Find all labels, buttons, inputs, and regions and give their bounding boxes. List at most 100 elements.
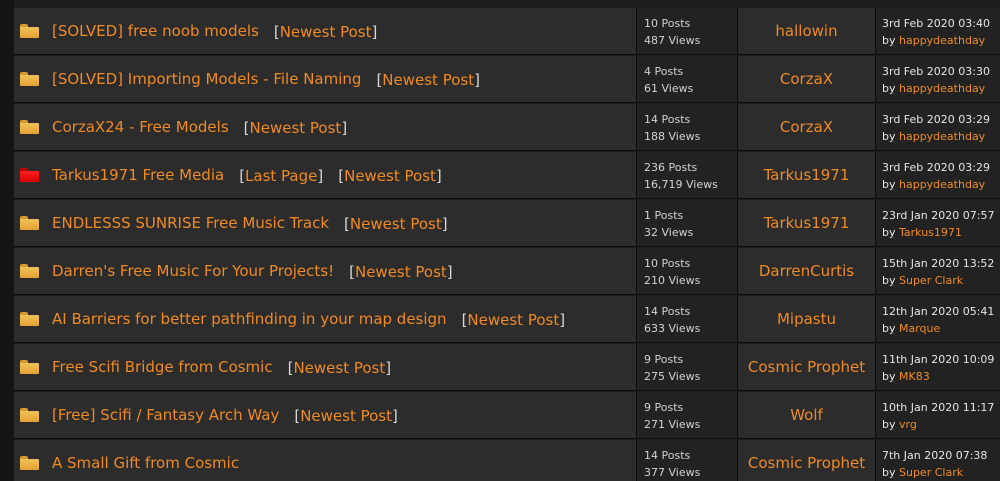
tag-newest-post-link[interactable]: [Newest Post]: [376, 70, 480, 89]
thread-row: [SOLVED] Importing Models - File Naming …: [14, 56, 1000, 103]
thread-row: Tarkus1971 Free Media [Last Page] [Newest…: [14, 152, 1000, 199]
thread-stats-cell: 9 Posts 275 Views: [636, 344, 737, 390]
bracket: ]: [341, 118, 348, 137]
tag-label[interactable]: Last Page: [245, 167, 317, 185]
bracket: ]: [559, 310, 566, 329]
tag-label[interactable]: Newest Post: [467, 311, 559, 329]
thread-tags: [Newest Post]: [259, 22, 378, 41]
thread-title-link[interactable]: Darren's Free Music For Your Projects!: [52, 262, 334, 280]
last-post-user-link[interactable]: MK83: [899, 370, 930, 383]
thread-title-link[interactable]: CorzaX24 - Free Models: [52, 118, 229, 136]
tag-newest-post-link[interactable]: [Newest Post]: [244, 118, 348, 137]
tag-label[interactable]: Newest Post: [280, 23, 372, 41]
last-poster-link[interactable]: Mipastu: [777, 310, 836, 328]
by-label: by: [882, 226, 896, 239]
last-poster-link[interactable]: Tarkus1971: [764, 214, 850, 232]
last-poster-cell: DarrenCurtis: [737, 248, 875, 294]
last-post-byline: by MK83: [882, 368, 1000, 385]
last-poster-cell: Tarkus1971: [737, 200, 875, 246]
last-poster-link[interactable]: Wolf: [790, 406, 823, 424]
last-post-user-link[interactable]: Tarkus1971: [899, 226, 962, 239]
post-count: 9 Posts: [644, 353, 684, 366]
last-post-user-link[interactable]: Super Clark: [899, 466, 963, 479]
thread-title-cell: Darren's Free Music For Your Projects! […: [14, 248, 636, 294]
thread-title-cell: [SOLVED] Importing Models - File Naming …: [14, 56, 636, 102]
tag-label[interactable]: Newest Post: [355, 263, 447, 281]
tag-newest-post-link[interactable]: [Newest Post]: [462, 310, 566, 329]
view-count: 16,719 Views: [644, 178, 718, 191]
last-post-date: 7th Jan 2020 07:38: [882, 449, 988, 462]
view-count: 633 Views: [644, 322, 701, 335]
last-post-date: 15th Jan 2020 13:52: [882, 257, 995, 270]
thread-tags: [Newest Post]: [447, 310, 566, 329]
thread-title-link[interactable]: Free Scifi Bridge from Cosmic: [52, 358, 273, 376]
thread-tags: [Newest Post]: [334, 262, 453, 281]
last-poster-link[interactable]: CorzaX: [780, 70, 833, 88]
tag-label[interactable]: Newest Post: [300, 407, 392, 425]
folder-icon: [20, 24, 39, 38]
tag-newest-post-link[interactable]: [Newest Post]: [349, 262, 453, 281]
folder-icon: [20, 216, 39, 230]
folder-icon: [20, 72, 39, 86]
tag-label[interactable]: Newest Post: [293, 359, 385, 377]
view-count: 210 Views: [644, 274, 701, 287]
view-count: 271 Views: [644, 418, 701, 431]
by-label: by: [882, 274, 896, 287]
tag-newest-post-link[interactable]: [Newest Post]: [344, 214, 448, 233]
last-post-user-link[interactable]: happydeathday: [899, 34, 985, 47]
thread-title-link[interactable]: AI Barriers for better pathfinding in yo…: [52, 310, 447, 328]
last-poster-link[interactable]: CorzaX: [780, 118, 833, 136]
post-count: 14 Posts: [644, 113, 691, 126]
last-post-cell: 23rd Jan 2020 07:57 by Tarkus1971: [875, 200, 1000, 246]
bracket: ]: [371, 22, 378, 41]
last-poster-link[interactable]: Cosmic Prophet: [748, 454, 865, 472]
thread-title-link[interactable]: ENDLESSS SUNRISE Free Music Track: [52, 214, 329, 232]
post-count: 10 Posts: [644, 257, 691, 270]
thread-title-link[interactable]: [Free] Scifi / Fantasy Arch Way: [52, 406, 279, 424]
bracket: ]: [474, 70, 480, 89]
tag-label[interactable]: Newest Post: [382, 71, 474, 89]
post-count: 9 Posts: [644, 401, 684, 414]
thread-stats-cell: 14 Posts 633 Views: [636, 296, 737, 342]
tag-label[interactable]: Newest Post: [250, 119, 342, 137]
tag-newest-post-link[interactable]: [Newest Post]: [294, 406, 398, 425]
post-count: 4 Posts: [644, 65, 684, 78]
thread-title-link[interactable]: [SOLVED] Importing Models - File Naming: [52, 70, 361, 88]
last-post-user-link[interactable]: happydeathday: [899, 178, 985, 191]
thread-title-link[interactable]: Tarkus1971 Free Media: [52, 166, 224, 184]
folder-icon: [20, 264, 39, 278]
last-poster-link[interactable]: Cosmic Prophet: [748, 358, 865, 376]
last-post-cell: 11th Jan 2020 10:09 by MK83: [875, 344, 1000, 390]
last-post-user-link[interactable]: Super Clark: [899, 274, 963, 287]
thread-stats-cell: 9 Posts 271 Views: [636, 392, 737, 438]
thread-title-link[interactable]: [SOLVED] free noob models: [52, 22, 259, 40]
thread-stats-cell: 10 Posts 487 Views: [636, 8, 737, 54]
tag-newest-post-link[interactable]: [Newest Post]: [274, 22, 378, 41]
thread-list: [SOLVED] free noob models [Newest Post] …: [14, 0, 1000, 481]
thread-stats-cell: 4 Posts 61 Views: [636, 56, 737, 102]
tag-newest-post-link[interactable]: [Newest Post]: [338, 166, 442, 185]
last-post-date: 10th Jan 2020 11:17: [882, 401, 995, 414]
last-post-user-link[interactable]: happydeathday: [899, 130, 985, 143]
last-poster-cell: Wolf: [737, 392, 875, 438]
by-label: by: [882, 82, 896, 95]
bracket: ]: [446, 262, 453, 281]
tag-label[interactable]: Newest Post: [350, 215, 442, 233]
thread-row: [Free] Scifi / Fantasy Arch Way [Newest …: [14, 392, 1000, 439]
last-poster-cell: Cosmic Prophet: [737, 344, 875, 390]
tag-last-page-link[interactable]: [Last Page]: [239, 166, 323, 185]
tag-label[interactable]: Newest Post: [344, 167, 436, 185]
last-post-date: 23rd Jan 2020 07:57: [882, 209, 995, 222]
tag-newest-post-link[interactable]: [Newest Post]: [288, 358, 392, 377]
last-post-user-link[interactable]: happydeathday: [899, 82, 985, 95]
last-poster-link[interactable]: DarrenCurtis: [759, 262, 854, 280]
thread-tags: [Newest Post]: [273, 358, 392, 377]
last-poster-link[interactable]: hallowin: [775, 22, 837, 40]
last-post-user-link[interactable]: Marque: [899, 322, 940, 335]
last-poster-cell: CorzaX: [737, 56, 875, 102]
thread-title-link[interactable]: A Small Gift from Cosmic: [52, 454, 239, 472]
last-post-user-link[interactable]: vrg: [899, 418, 917, 431]
thread-stats-cell: 14 Posts 377 Views: [636, 440, 737, 481]
last-poster-link[interactable]: Tarkus1971: [764, 166, 850, 184]
last-post-cell: 12th Jan 2020 05:41 by Marque: [875, 296, 1000, 342]
